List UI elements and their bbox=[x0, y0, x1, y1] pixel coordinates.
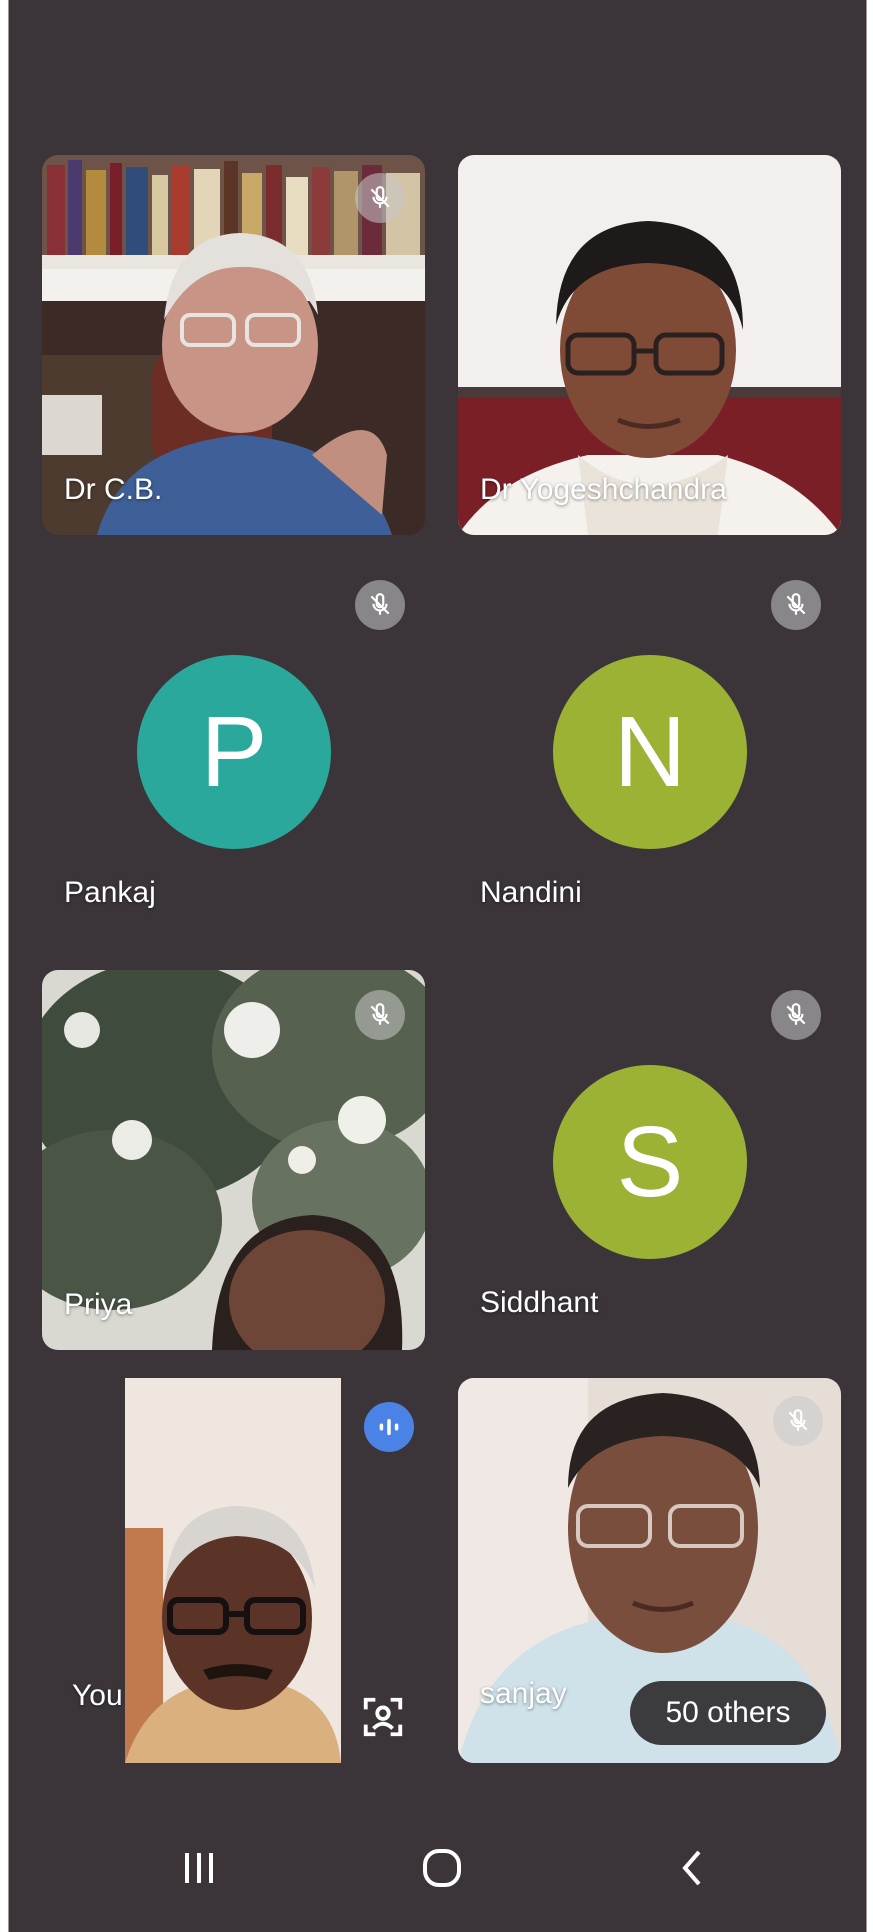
others-chip[interactable]: 50 others bbox=[630, 1681, 826, 1745]
participant-name: Pankaj bbox=[64, 876, 156, 909]
participant-name: Nandini bbox=[480, 876, 582, 909]
participant-name: Dr Yogeshchandra bbox=[480, 473, 727, 506]
participant-tile-sanjay[interactable]: sanjay 50 others bbox=[458, 1378, 841, 1763]
face-frame-icon[interactable] bbox=[360, 1694, 406, 1740]
avatar-initial: P bbox=[200, 695, 268, 808]
audio-level-icon bbox=[364, 1402, 414, 1452]
home-icon[interactable] bbox=[392, 1838, 492, 1898]
mic-off-icon bbox=[771, 580, 821, 630]
mic-off-icon bbox=[773, 1396, 823, 1446]
back-icon[interactable] bbox=[642, 1838, 742, 1898]
participant-name: Dr C.B. bbox=[64, 473, 163, 506]
participant-name: You bbox=[72, 1679, 123, 1712]
participant-name: Siddhant bbox=[480, 1286, 599, 1319]
participant-tile-dr-yogeshchandra[interactable]: Dr Yogeshchandra bbox=[458, 155, 841, 535]
self-video-feed bbox=[125, 1378, 341, 1763]
participant-tile-dr-cb[interactable]: Dr C.B. bbox=[42, 155, 425, 535]
recents-icon[interactable] bbox=[149, 1838, 249, 1898]
avatar: P bbox=[137, 655, 331, 849]
avatar: S bbox=[553, 1065, 747, 1259]
avatar-initial: S bbox=[616, 1105, 684, 1218]
mic-off-icon bbox=[355, 580, 405, 630]
avatar-initial: N bbox=[613, 695, 687, 808]
participant-tile-siddhant[interactable]: S Siddhant bbox=[458, 970, 841, 1350]
participant-name: Priya bbox=[64, 1288, 133, 1321]
participant-tile-nandini[interactable]: N Nandini bbox=[458, 560, 841, 940]
participant-tile-priya[interactable]: Priya bbox=[42, 970, 425, 1350]
participant-name: sanjay bbox=[480, 1677, 567, 1710]
participant-tile-pankaj[interactable]: P Pankaj bbox=[42, 560, 425, 940]
mic-off-icon bbox=[355, 990, 405, 1040]
avatar: N bbox=[553, 655, 747, 849]
mic-off-icon bbox=[355, 173, 405, 223]
mic-off-icon bbox=[771, 990, 821, 1040]
meeting-screen: Dr C.B. Dr Yogeshchandra P Pankaj N Nand… bbox=[8, 0, 867, 1932]
participant-tile-you[interactable]: You bbox=[42, 1378, 425, 1763]
